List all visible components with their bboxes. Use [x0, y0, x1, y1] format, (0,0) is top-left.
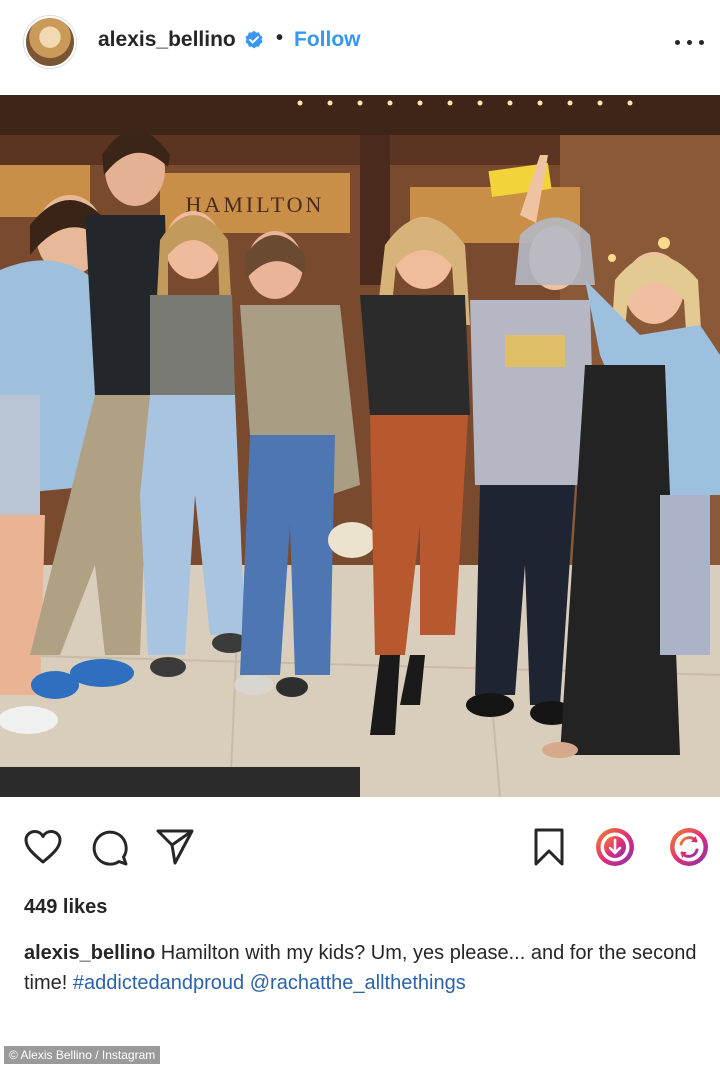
heart-icon[interactable] — [22, 826, 64, 868]
marquee-text: HAMILTON — [186, 192, 325, 217]
paper-plane-icon[interactable] — [154, 826, 196, 868]
avatar[interactable] — [24, 16, 76, 68]
likes-count[interactable]: 449 likes — [24, 896, 107, 919]
action-bar — [0, 820, 720, 874]
bookmark-icon[interactable] — [528, 826, 570, 868]
caption-username[interactable]: alexis_bellino — [24, 942, 155, 964]
post-photo[interactable]: HAMILTON — [0, 95, 720, 797]
caption: alexis_bellino Hamilton with my kids? Um… — [24, 938, 704, 998]
follow-button[interactable]: Follow — [294, 28, 361, 52]
more-options-icon[interactable] — [672, 30, 708, 54]
caption-hashtag[interactable]: #addictedandproud — [73, 972, 244, 994]
comment-icon[interactable] — [88, 826, 130, 868]
header-separator: • — [276, 27, 284, 49]
repost-circle-icon[interactable] — [668, 826, 710, 868]
header-username[interactable]: alexis_bellino — [98, 28, 236, 52]
download-circle-icon[interactable] — [594, 826, 636, 868]
post-header: alexis_bellino • Follow — [0, 0, 720, 90]
verified-badge-icon — [245, 30, 263, 49]
caption-mention[interactable]: @rachatthe_allthethings — [250, 972, 466, 994]
group-photo: HAMILTON — [0, 95, 720, 797]
photo-credit: © Alexis Bellino / Instagram — [4, 1046, 161, 1064]
